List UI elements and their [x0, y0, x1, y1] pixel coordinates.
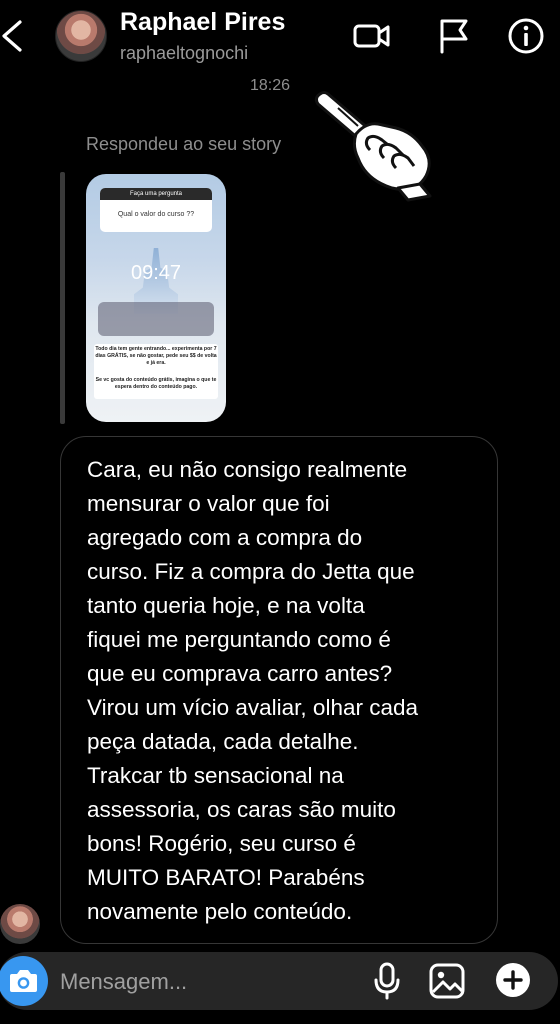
- message-line: bons! Rogério, seu curso é: [87, 831, 356, 856]
- plus-icon: [503, 970, 523, 990]
- story-caption-2: Se vc gosta do conteúdo grátis, imagina …: [94, 376, 218, 399]
- question-sticker-text: Qual o valor do curso ??: [117, 211, 195, 218]
- question-sticker: Faça uma pergunta Qual o valor do curso …: [100, 188, 212, 232]
- message-line: novamente pelo conteúdo.: [87, 899, 353, 924]
- message-line: curso. Fiz a compra do Jetta que: [87, 559, 415, 584]
- message-line: tanto queria hoje, e na volta: [87, 593, 365, 618]
- message-line: fiquei me perguntando como é: [87, 627, 391, 652]
- message-composer: [0, 952, 558, 1010]
- camera-icon: [10, 970, 37, 992]
- avatar[interactable]: [55, 10, 107, 62]
- message-line: MUITO BARATO! Parabéns: [87, 865, 365, 890]
- contact-name[interactable]: Raphael Pires: [120, 8, 285, 37]
- info-icon[interactable]: [506, 16, 546, 56]
- video-call-icon[interactable]: [352, 16, 392, 56]
- sender-avatar[interactable]: [0, 904, 40, 944]
- message-line: Cara, eu não consigo realmente: [87, 457, 408, 482]
- message-input[interactable]: [58, 964, 352, 1000]
- gallery-icon[interactable]: [428, 962, 466, 1000]
- message-line: que eu comprava carro antes?: [87, 661, 393, 686]
- add-button[interactable]: [496, 963, 530, 997]
- pointing-hand-icon: [314, 91, 432, 202]
- camera-button[interactable]: [0, 956, 48, 1006]
- reply-indicator-bar: [60, 172, 65, 424]
- message-line: Trakcar tb sensacional na: [87, 763, 344, 788]
- message-line: peça datada, cada detalhe.: [87, 729, 359, 754]
- message-line: mensurar o valor que foi: [87, 491, 330, 516]
- contact-username[interactable]: raphaeltognochi: [120, 43, 248, 64]
- mic-icon[interactable]: [372, 962, 402, 1000]
- message-text: Cara, eu não consigo realmente mensurar …: [87, 453, 477, 929]
- message-line: Virou um vício avaliar, olhar cada: [87, 695, 419, 720]
- question-sticker-header: Faça uma pergunta: [100, 188, 212, 200]
- message-line: agregado com a compra do: [87, 525, 363, 550]
- message-timestamp: 18:26: [249, 77, 291, 94]
- story-clock: 09:47: [130, 262, 182, 284]
- message-bubble[interactable]: Cara, eu não consigo realmente mensurar …: [60, 436, 498, 944]
- back-icon[interactable]: [0, 16, 30, 56]
- flag-icon[interactable]: [434, 16, 474, 56]
- story-notification: [98, 302, 214, 336]
- story-preview[interactable]: Faça uma pergunta Qual o valor do curso …: [86, 174, 226, 422]
- story-reply-label: Respondeu ao seu story: [86, 134, 282, 154]
- chat-header: Raphael Pires raphaeltognochi: [0, 0, 560, 78]
- message-line: assessoria, os caras são muito: [87, 797, 396, 822]
